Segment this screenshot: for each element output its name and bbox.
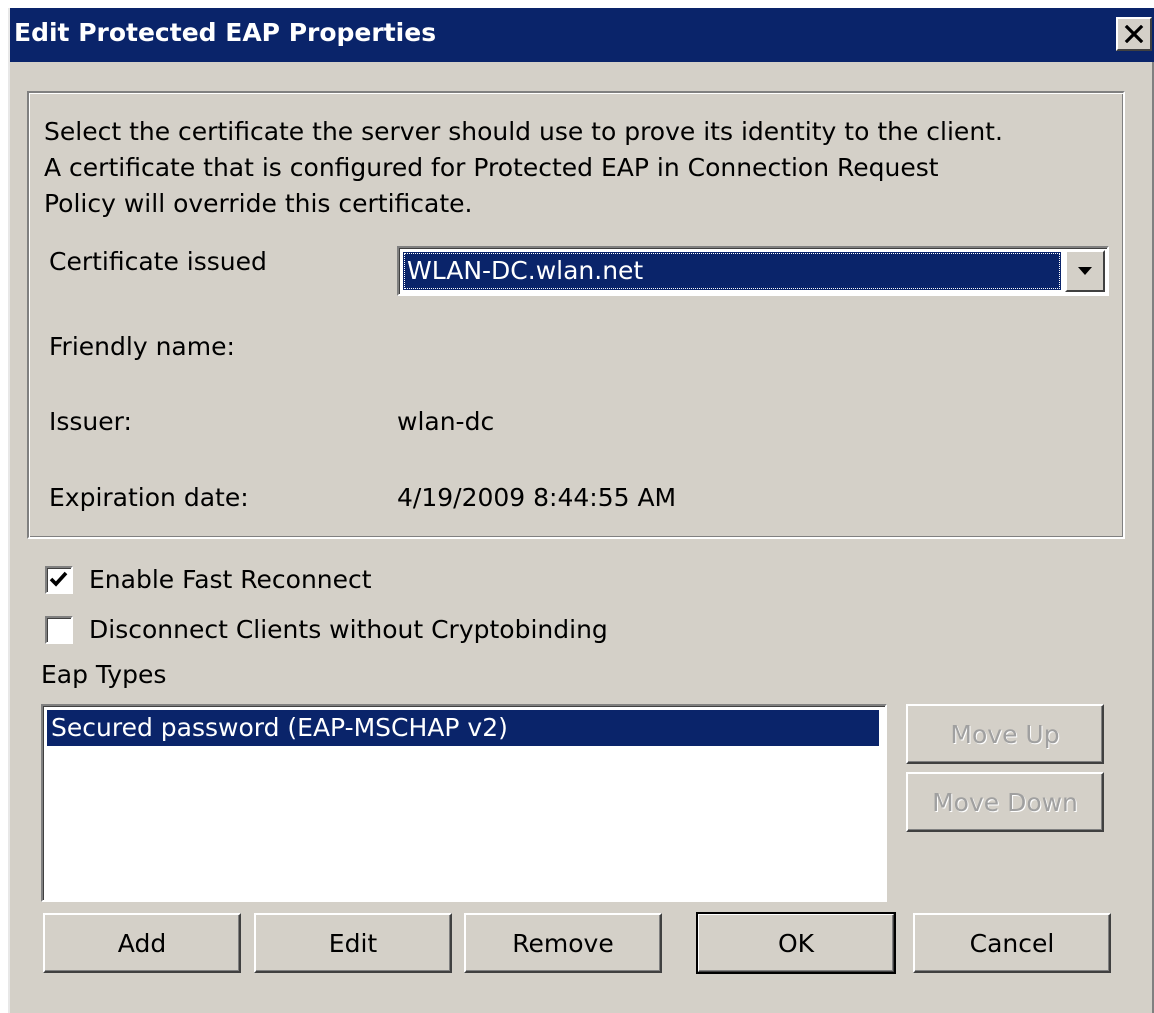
close-icon [1124,25,1144,43]
certificate-description: Select the certificate the server should… [44,117,1003,218]
cryptobinding-label[interactable]: Disconnect Clients without Cryptobinding [89,614,608,646]
issuer-value: wlan-dc [397,407,495,436]
cancel-button[interactable]: Cancel [913,913,1111,973]
certificate-issued-label: Certificate issued [49,247,267,276]
dropdown-button[interactable] [1065,250,1105,292]
list-item[interactable]: Secured password (EAP-MSCHAP v2) [47,710,879,746]
cryptobinding-checkbox[interactable] [45,616,73,644]
expiration-date-value: 4/19/2009 8:44:55 AM [397,483,677,512]
move-up-button[interactable]: Move Up [906,704,1104,764]
certificate-issued-dropdown[interactable]: WLAN-DC.wlan.net [397,246,1109,296]
chevron-down-icon [1078,267,1092,275]
eap-types-label: Eap Types [41,660,167,689]
checkmark-icon [49,571,68,587]
ok-button[interactable]: OK [696,912,896,974]
expiration-date-label: Expiration date: [49,483,249,512]
fast-reconnect-checkbox[interactable] [45,566,73,594]
title-bar[interactable]: Edit Protected EAP Properties [10,8,1154,62]
edit-button[interactable]: Edit [254,913,452,973]
remove-button[interactable]: Remove [464,913,662,973]
add-button[interactable]: Add [43,913,241,973]
certificate-issued-value[interactable]: WLAN-DC.wlan.net [403,252,1061,290]
move-down-button[interactable]: Move Down [906,772,1104,832]
close-button[interactable] [1116,17,1152,51]
eap-types-list[interactable]: Secured password (EAP-MSCHAP v2) [41,704,887,902]
window-title: Edit Protected EAP Properties [14,18,437,47]
issuer-label: Issuer: [49,407,132,436]
friendly-name-label: Friendly name: [49,332,235,361]
fast-reconnect-label[interactable]: Enable Fast Reconnect [89,564,372,596]
